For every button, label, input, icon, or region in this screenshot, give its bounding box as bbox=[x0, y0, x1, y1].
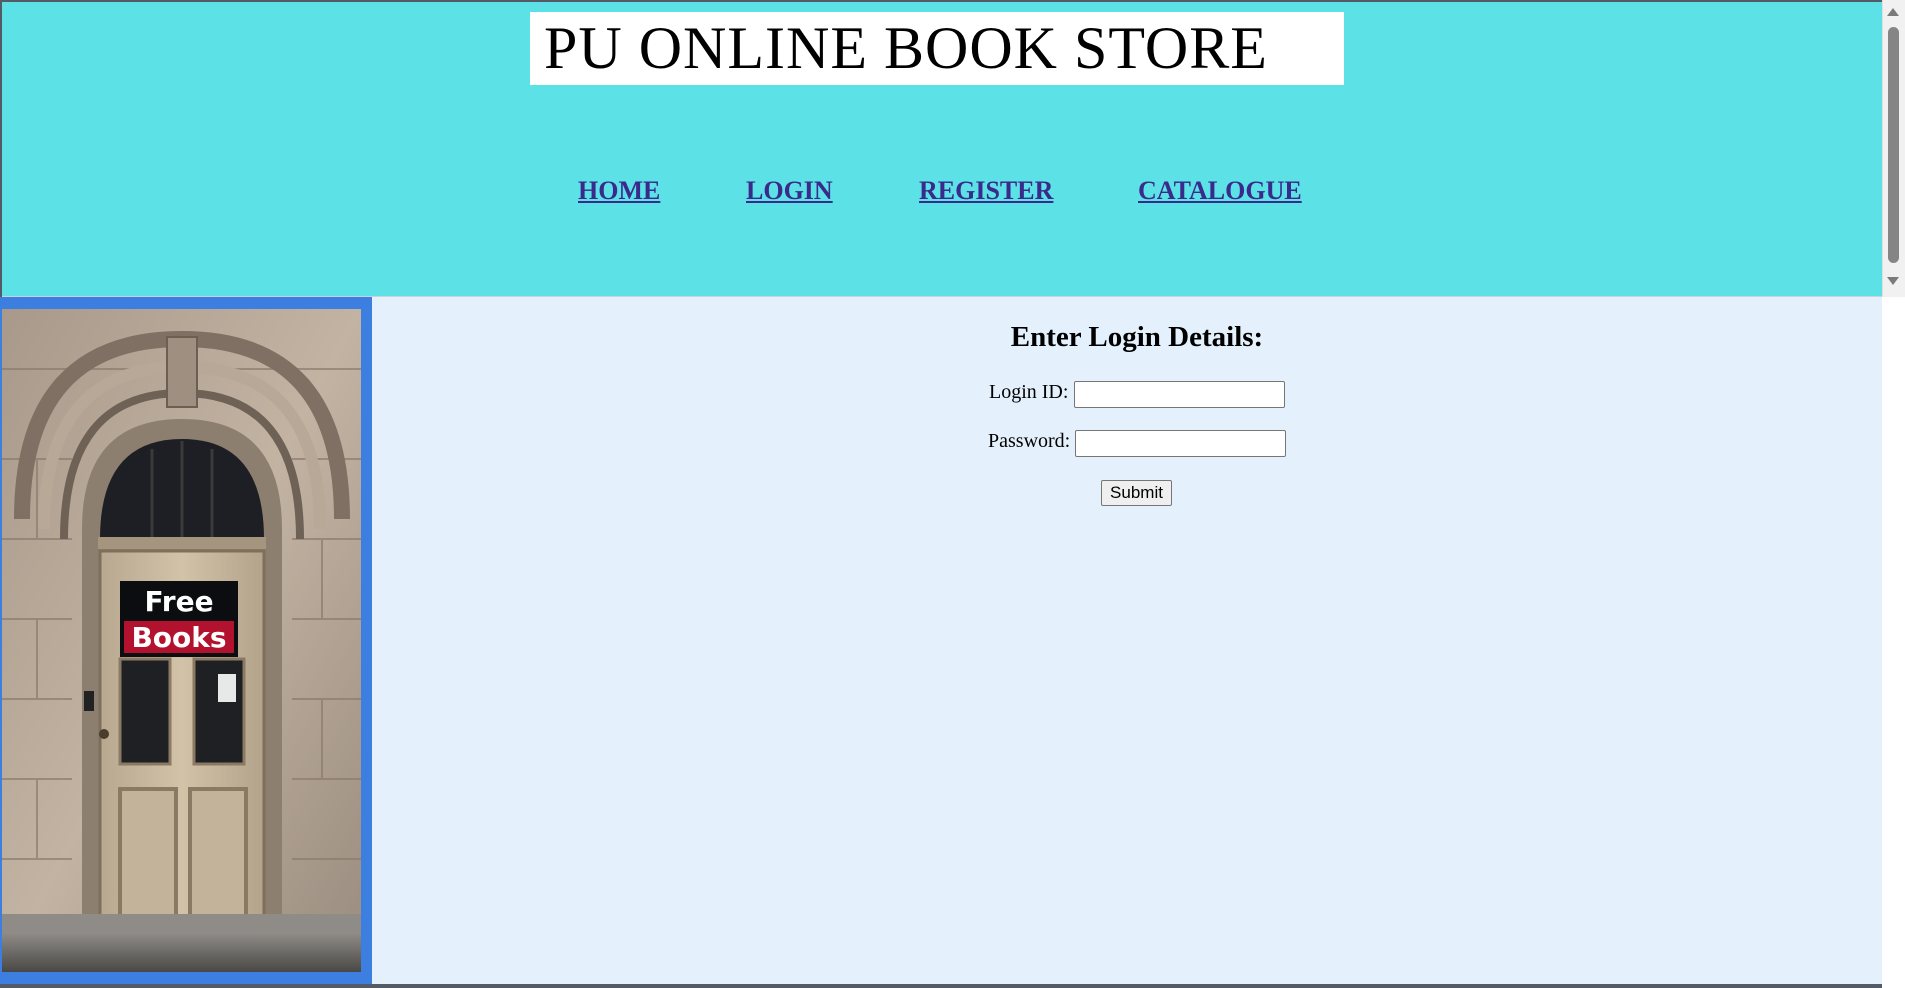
sign-line-1: Free bbox=[144, 585, 213, 618]
login-id-label: Login ID: bbox=[989, 381, 1069, 403]
submit-button[interactable]: Submit bbox=[1101, 480, 1172, 506]
nav-catalogue-link[interactable]: CATALOGUE bbox=[1138, 176, 1302, 206]
site-title: PU ONLINE BOOK STORE bbox=[530, 12, 1344, 85]
login-heading: Enter Login Details: bbox=[1010, 321, 1264, 353]
nav-home-link[interactable]: HOME bbox=[578, 176, 660, 206]
login-id-input[interactable] bbox=[1074, 381, 1285, 408]
main-nav: HOME LOGIN REGISTER CATALOGUE bbox=[2, 176, 1882, 206]
nav-login-link[interactable]: LOGIN bbox=[746, 176, 833, 206]
site-header: PU ONLINE BOOK STORE HOME LOGIN REGISTER… bbox=[2, 2, 1882, 296]
bookstore-door-image: Free Books bbox=[2, 309, 361, 972]
page-scrollbar[interactable] bbox=[1882, 0, 1905, 297]
scroll-down-arrow-icon[interactable] bbox=[1887, 277, 1899, 285]
bottom-border bbox=[0, 984, 1882, 988]
scroll-up-arrow-icon[interactable] bbox=[1887, 8, 1899, 16]
nav-register-link[interactable]: REGISTER bbox=[919, 176, 1053, 206]
sign-line-2: Books bbox=[131, 621, 226, 654]
sidebar: Free Books bbox=[0, 297, 372, 984]
right-margin bbox=[1882, 297, 1905, 988]
login-panel: Enter Login Details: Login ID: Password:… bbox=[372, 297, 1882, 984]
password-input[interactable] bbox=[1075, 430, 1286, 457]
password-label: Password: bbox=[988, 430, 1071, 452]
scroll-thumb[interactable] bbox=[1888, 27, 1899, 263]
